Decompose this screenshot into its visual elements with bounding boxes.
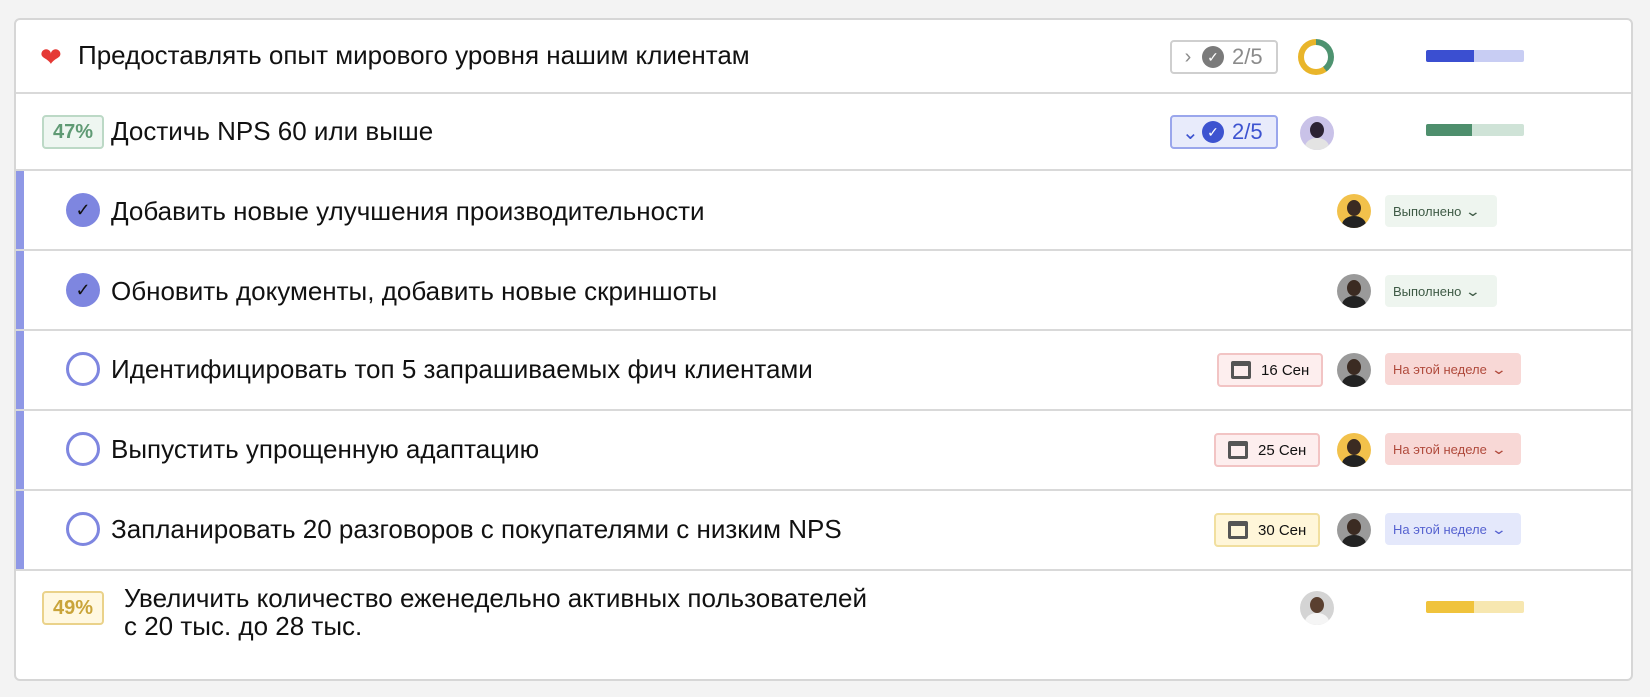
status-label: На этой неделе (1393, 361, 1487, 377)
avatar[interactable] (1300, 591, 1334, 625)
okr-card: ❤ Предоставлять опыт мирового уровня наш… (14, 18, 1633, 681)
key-result-title-line2: с 20 тыс. до 28 тыс. (124, 611, 363, 641)
chevron-down-icon: ⌄ (1490, 520, 1507, 537)
subitems-counter[interactable]: ⌄ ✓ 2/5 (1170, 115, 1278, 149)
avatar[interactable] (1300, 116, 1334, 150)
status-dropdown[interactable]: На этой неделе ⌄ (1385, 433, 1521, 465)
avatar[interactable] (1337, 433, 1371, 467)
checkbox-checked-icon[interactable]: ✓ (66, 273, 100, 307)
progress-bar (1426, 601, 1524, 613)
checkbox-checked-icon[interactable]: ✓ (66, 193, 100, 227)
task-title: Добавить новые улучшения производительно… (111, 196, 705, 226)
objective-title: Предоставлять опыт мирового уровня нашим… (78, 40, 750, 70)
task-group-accent (16, 331, 24, 409)
check-circle-icon: ✓ (1202, 121, 1224, 143)
status-dropdown[interactable]: Выполнено ⌄ (1385, 195, 1497, 227)
checkbox-unchecked-icon[interactable] (66, 352, 100, 386)
task-group-accent (16, 491, 24, 569)
chevron-right-icon: › (1184, 45, 1192, 68)
chevron-down-icon: ⌄ (1490, 440, 1507, 457)
due-date: 25 Сен (1258, 441, 1307, 459)
avatar[interactable] (1337, 513, 1371, 547)
progress-bar (1426, 124, 1524, 136)
task-title: Запланировать 20 разговоров с покупателя… (111, 514, 842, 544)
status-label: На этой неделе (1393, 441, 1487, 457)
chevron-down-icon: ⌄ (1182, 121, 1199, 144)
avatar[interactable] (1337, 194, 1371, 228)
chevron-down-icon: ⌄ (1465, 202, 1482, 219)
status-label: Выполнено (1393, 203, 1462, 219)
task-row[interactable]: ✓ Добавить новые улучшения производитель… (16, 171, 1631, 251)
status-label: Выполнено (1393, 283, 1462, 299)
avatar[interactable] (1337, 274, 1371, 308)
task-row[interactable]: Идентифицировать топ 5 запрашиваемых фич… (16, 331, 1631, 411)
key-result-title-line1: Увеличить количество еженедельно активны… (124, 583, 867, 613)
due-date-chip[interactable]: 30 Сен (1214, 513, 1320, 547)
checkbox-unchecked-icon[interactable] (66, 512, 100, 546)
task-group-accent (16, 171, 24, 249)
checkbox-unchecked-icon[interactable] (66, 432, 100, 466)
key-result-row[interactable]: 49% Увеличить количество еженедельно акт… (16, 571, 1631, 679)
task-group-accent (16, 251, 24, 329)
status-dropdown[interactable]: Выполнено ⌄ (1385, 275, 1497, 307)
status-label: На этой неделе (1393, 521, 1487, 537)
task-title: Выпустить упрощенную адаптацию (111, 434, 540, 464)
status-dropdown[interactable]: На этой неделе ⌄ (1385, 353, 1521, 385)
due-date: 16 Сен (1261, 361, 1310, 379)
task-title: Идентифицировать топ 5 запрашиваемых фич… (111, 354, 813, 384)
objective-row[interactable]: ❤ Предоставлять опыт мирового уровня наш… (16, 20, 1631, 94)
due-date-chip[interactable]: 16 Сен (1217, 353, 1323, 387)
task-row[interactable]: Запланировать 20 разговоров с покупателя… (16, 491, 1631, 571)
progress-bar (1426, 50, 1524, 62)
heart-icon: ❤ (40, 42, 62, 72)
counter-value: 2/5 (1232, 44, 1263, 69)
percent-badge: 49% (42, 591, 104, 625)
due-date: 30 Сен (1258, 521, 1307, 539)
counter-value: 2/5 (1232, 119, 1263, 144)
subitems-counter[interactable]: › ✓ 2/5 (1170, 40, 1278, 74)
chevron-down-icon: ⌄ (1490, 360, 1507, 377)
task-group-accent (16, 411, 24, 489)
avatar[interactable] (1337, 353, 1371, 387)
status-dropdown[interactable]: На этой неделе ⌄ (1385, 513, 1521, 545)
due-date-chip[interactable]: 25 Сен (1214, 433, 1320, 467)
key-result-row[interactable]: 47% Достичь NPS 60 или выше ⌄ ✓ 2/5 (16, 94, 1631, 171)
percent-badge: 47% (42, 115, 104, 149)
chevron-down-icon: ⌄ (1465, 282, 1482, 299)
progress-donut (1298, 39, 1334, 75)
calendar-icon (1228, 441, 1248, 459)
task-title: Обновить документы, добавить новые скрин… (111, 276, 718, 306)
check-circle-icon: ✓ (1202, 46, 1224, 68)
calendar-icon (1228, 521, 1248, 539)
key-result-title: Достичь NPS 60 или выше (111, 116, 434, 146)
calendar-icon (1231, 361, 1251, 379)
task-row[interactable]: ✓ Обновить документы, добавить новые скр… (16, 251, 1631, 331)
task-row[interactable]: Выпустить упрощенную адаптацию 25 Сен На… (16, 411, 1631, 491)
